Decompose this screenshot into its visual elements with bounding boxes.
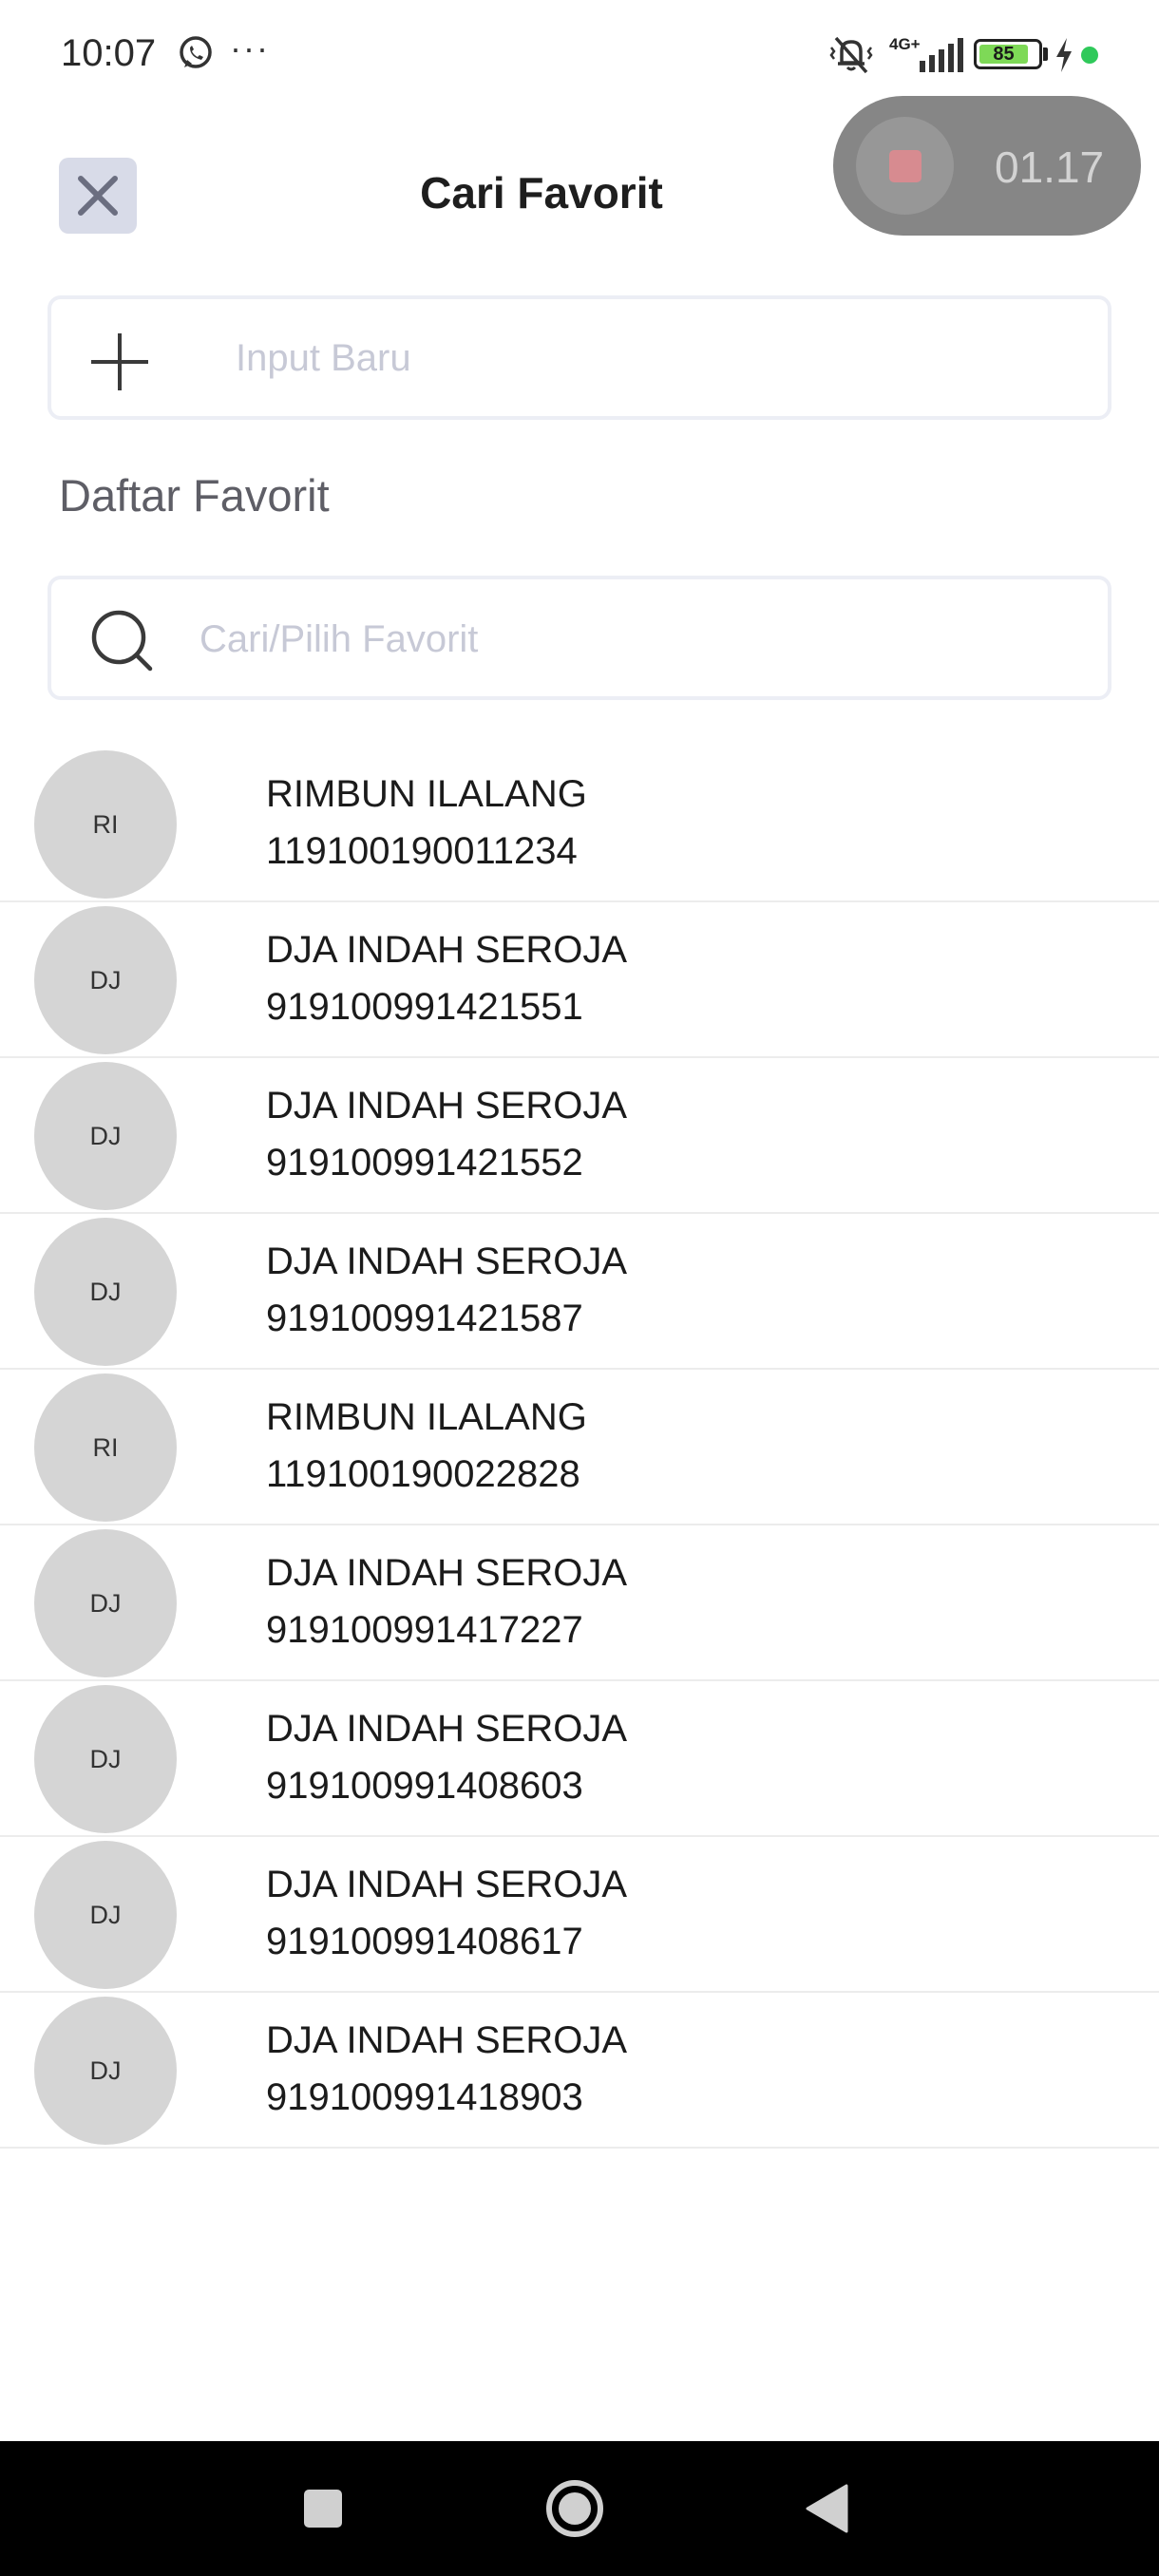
favorite-item[interactable]: DJ DJA INDAH SEROJA 919100991418903 <box>0 1993 1159 2149</box>
favorite-number: 919100991417227 <box>266 1609 583 1651</box>
avatar-initials: DJ <box>89 1277 122 1306</box>
avatar: DJ <box>34 1062 177 1210</box>
favorite-name: DJA INDAH SEROJA <box>266 2019 628 2061</box>
favorite-item[interactable]: DJ DJA INDAH SEROJA 919100991417227 <box>0 1525 1159 1681</box>
recents-icon <box>304 2490 342 2528</box>
section-title: Daftar Favorit <box>59 470 330 521</box>
stop-record-button[interactable] <box>856 117 954 215</box>
signal-icon <box>920 38 963 72</box>
favorite-item[interactable]: DJ DJA INDAH SEROJA 919100991408603 <box>0 1681 1159 1837</box>
favorite-item[interactable]: DJ DJA INDAH SEROJA 919100991421551 <box>0 902 1159 1058</box>
charging-icon <box>1056 38 1072 72</box>
avatar: DJ <box>34 1841 177 1989</box>
favorite-item[interactable]: RI RIMBUN ILALANG 119100190022828 <box>0 1370 1159 1525</box>
favorite-number: 119100190011234 <box>266 830 578 872</box>
favorite-name: DJA INDAH SEROJA <box>266 1241 628 1282</box>
search-icon <box>91 610 153 672</box>
recents-button[interactable] <box>256 2441 390 2576</box>
avatar-initials: DJ <box>89 1121 122 1150</box>
avatar: DJ <box>34 1218 177 1366</box>
favorite-number: 919100991408617 <box>266 1921 583 1962</box>
favorite-number: 919100991421552 <box>266 1142 583 1184</box>
favorite-name: RIMBUN ILALANG <box>266 1396 587 1438</box>
avatar: DJ <box>34 1529 177 1677</box>
avatar: DJ <box>34 1997 177 2145</box>
favorite-name: DJA INDAH SEROJA <box>266 1552 628 1594</box>
favorite-name: DJA INDAH SEROJA <box>266 929 628 971</box>
mute-vibrate-icon <box>829 36 873 74</box>
avatar-initials: DJ <box>89 1588 122 1618</box>
home-button[interactable] <box>508 2441 641 2576</box>
privacy-dot-icon <box>1081 47 1098 64</box>
new-input-label: Input Baru <box>236 337 411 379</box>
plus-icon <box>91 333 148 390</box>
battery-level: 85 <box>979 45 1028 64</box>
favorite-item[interactable]: RI RIMBUN ILALANG 119100190011234 <box>0 747 1159 902</box>
favorite-number: 919100991421587 <box>266 1297 583 1339</box>
whatsapp-icon <box>180 36 212 68</box>
status-time: 10:07 <box>61 32 157 74</box>
favorite-number: 919100991408603 <box>266 1765 583 1807</box>
favorite-name: DJA INDAH SEROJA <box>266 1864 628 1905</box>
screen-recorder[interactable]: 01.17 <box>833 96 1141 236</box>
favorite-name: RIMBUN ILALANG <box>266 773 587 815</box>
back-icon <box>806 2484 848 2533</box>
search-box[interactable] <box>48 576 1112 700</box>
more-icon: ··· <box>230 28 270 67</box>
avatar-initials: RI <box>92 809 119 839</box>
navigation-bar <box>0 2441 1159 2576</box>
battery-icon: 85 <box>974 39 1042 69</box>
favorite-item[interactable]: DJ DJA INDAH SEROJA 919100991421587 <box>0 1214 1159 1370</box>
avatar-initials: DJ <box>89 1744 122 1773</box>
avatar: DJ <box>34 1685 177 1833</box>
avatar-initials: RI <box>92 1432 119 1462</box>
favorite-name: DJA INDAH SEROJA <box>266 1708 628 1750</box>
recorder-time: 01.17 <box>995 142 1105 192</box>
favorite-number: 919100991421551 <box>266 986 583 1028</box>
favorites-list: RI RIMBUN ILALANG 119100190011234 DJ DJA… <box>0 747 1159 2149</box>
favorite-item[interactable]: DJ DJA INDAH SEROJA 919100991408617 <box>0 1837 1159 1993</box>
avatar: RI <box>34 750 177 899</box>
avatar-initials: DJ <box>89 965 122 994</box>
network-type: 4G+ <box>889 35 921 53</box>
favorite-number: 119100190022828 <box>266 1453 580 1495</box>
back-button[interactable] <box>760 2441 893 2576</box>
favorite-name: DJA INDAH SEROJA <box>266 1085 628 1127</box>
new-input-button[interactable]: Input Baru <box>48 295 1112 420</box>
avatar-initials: DJ <box>89 1900 122 1929</box>
favorite-number: 919100991418903 <box>266 2076 583 2118</box>
home-icon <box>546 2480 603 2537</box>
avatar: DJ <box>34 906 177 1054</box>
favorite-item[interactable]: DJ DJA INDAH SEROJA 919100991421552 <box>0 1058 1159 1214</box>
avatar-initials: DJ <box>89 2055 122 2085</box>
search-input[interactable] <box>200 614 1054 665</box>
avatar: RI <box>34 1373 177 1522</box>
stop-icon <box>889 150 922 182</box>
status-bar: 10:07 ··· 4G+ 85 <box>0 0 1159 109</box>
battery-tip <box>1043 47 1048 61</box>
